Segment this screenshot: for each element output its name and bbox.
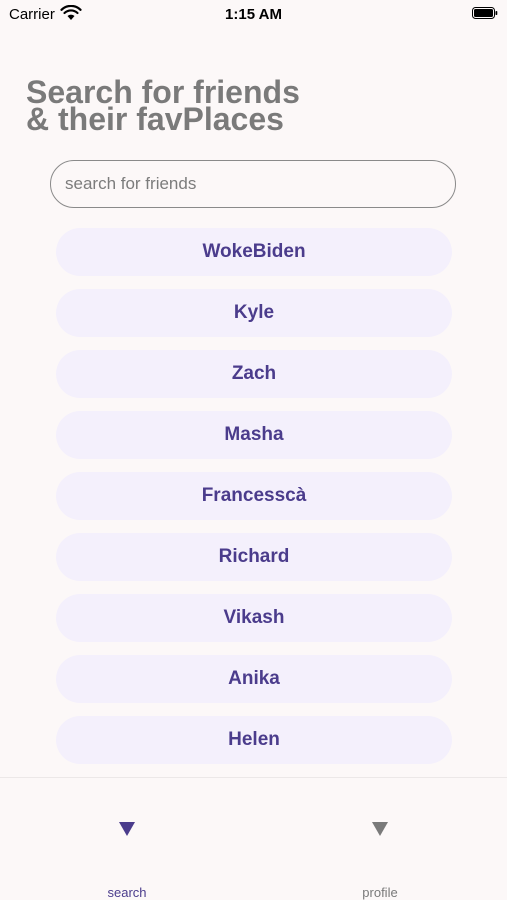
friend-item[interactable]: Vikash <box>56 594 452 642</box>
tab-search-label: search <box>107 885 147 900</box>
friend-item[interactable]: Zach <box>56 350 452 398</box>
friend-item[interactable]: Helen <box>56 716 452 764</box>
battery-icon <box>472 7 498 19</box>
page-title: Search for friends & their favPlaces <box>26 76 300 137</box>
page-title-line-2: & their favPlaces <box>26 101 284 137</box>
friend-item[interactable]: Masha <box>56 411 452 459</box>
friend-item[interactable]: Kyle <box>56 289 452 337</box>
tab-profile-label: profile <box>362 885 398 900</box>
tab-bar: search profile <box>0 777 507 900</box>
status-time: 1:15 AM <box>225 6 282 23</box>
friend-item[interactable]: Anika <box>56 655 452 703</box>
triangle-down-icon <box>119 822 135 836</box>
friend-item[interactable]: WokeBiden <box>56 228 452 276</box>
tab-profile[interactable]: profile <box>320 778 440 900</box>
search-field[interactable] <box>50 160 456 208</box>
tab-search[interactable]: search <box>67 778 187 900</box>
friend-item[interactable]: Francesscà <box>56 472 452 520</box>
status-bar: Carrier 1:15 AM <box>0 0 507 28</box>
triangle-down-icon <box>372 822 388 836</box>
friend-item[interactable]: Richard <box>56 533 452 581</box>
friends-list: WokeBiden Kyle Zach Masha Francesscà Ric… <box>56 228 452 777</box>
search-input[interactable] <box>51 161 455 207</box>
